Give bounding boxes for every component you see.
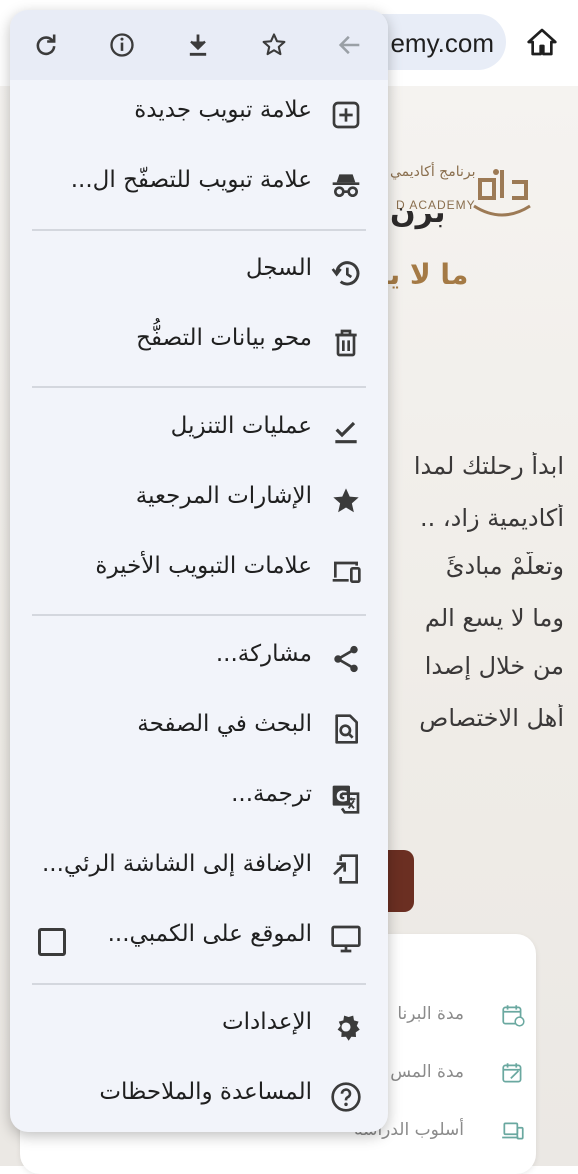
find-in-page-icon bbox=[330, 713, 362, 745]
menu-item-new-tab[interactable]: علامة تبويب جديدة bbox=[10, 84, 388, 144]
menu-item-settings[interactable]: الإعدادات bbox=[10, 996, 388, 1056]
menu-item-history[interactable]: السجل bbox=[10, 242, 388, 302]
menu-item-label: البحث في الصفحة bbox=[137, 711, 312, 737]
overflow-menu: علامة تبويب جديدة علامة تبويب للتصفّح ال… bbox=[10, 10, 388, 1132]
forward-button[interactable] bbox=[332, 27, 368, 63]
menu-item-label: ترجمة... bbox=[231, 781, 312, 807]
help-icon bbox=[330, 1081, 362, 1113]
download-button[interactable] bbox=[180, 27, 216, 63]
translate-icon: G bbox=[330, 783, 362, 815]
academy-logo bbox=[466, 158, 538, 228]
gear-icon bbox=[330, 1011, 362, 1043]
menu-item-label: علامات التبويب الأخيرة bbox=[95, 553, 312, 579]
history-icon bbox=[330, 257, 362, 289]
menu-item-recent-tabs[interactable]: علامات التبويب الأخيرة bbox=[10, 540, 388, 600]
desktop-site-checkbox[interactable] bbox=[38, 928, 66, 956]
incognito-icon bbox=[330, 169, 362, 201]
menu-item-label: الإشارات المرجعية bbox=[135, 483, 312, 509]
url-text: emy.com bbox=[390, 28, 494, 58]
menu-item-find-in-page[interactable]: البحث في الصفحة bbox=[10, 698, 388, 758]
menu-item-label: مشاركة... bbox=[215, 641, 312, 667]
star-filled-icon bbox=[330, 485, 362, 517]
menu-item-share[interactable]: مشاركة... bbox=[10, 628, 388, 688]
menu-divider bbox=[32, 614, 366, 616]
add-to-home-icon bbox=[330, 853, 362, 885]
download-done-icon bbox=[330, 415, 362, 447]
info-row-study-duration: مدة المس bbox=[390, 1062, 464, 1082]
hero-subtitle: ما لا يـ bbox=[380, 258, 469, 291]
desktop-icon bbox=[330, 923, 362, 955]
menu-item-translate[interactable]: ترجمة... G bbox=[10, 768, 388, 828]
star-outline-icon bbox=[262, 33, 286, 56]
menu-item-label: المساعدة والملاحظات bbox=[99, 1079, 312, 1105]
hero-title: برن bbox=[390, 195, 446, 230]
menu-item-label: الإضافة إلى الشاشة الرئي... bbox=[42, 851, 312, 877]
calendar-clock-icon bbox=[500, 1002, 526, 1028]
menu-item-bookmarks[interactable]: الإشارات المرجعية bbox=[10, 470, 388, 530]
menu-item-desktop-site[interactable]: الموقع على الكمبي... bbox=[10, 908, 388, 968]
menu-item-help[interactable]: المساعدة والملاحظات bbox=[10, 1066, 388, 1126]
info-icon bbox=[110, 33, 134, 57]
menu-item-label: الموقع على الكمبي... bbox=[107, 921, 312, 947]
calendar-edit-icon bbox=[500, 1060, 526, 1086]
laptop-icon bbox=[500, 1118, 526, 1144]
menu-divider bbox=[32, 229, 366, 231]
reload-icon bbox=[36, 34, 56, 56]
menu-item-label: عمليات التنزيل bbox=[170, 413, 312, 439]
new-tab-icon bbox=[330, 99, 362, 131]
menu-item-clear-data[interactable]: محو بيانات التصفُّح bbox=[10, 312, 388, 372]
menu-item-add-home-screen[interactable]: الإضافة إلى الشاشة الرئي... bbox=[10, 838, 388, 898]
svg-text:G: G bbox=[336, 789, 348, 806]
share-icon bbox=[330, 643, 362, 675]
reload-button[interactable] bbox=[28, 27, 64, 63]
menu-item-label: علامة تبويب جديدة bbox=[134, 97, 312, 123]
menu-divider bbox=[32, 983, 366, 985]
info-row-duration: مدة البرنا bbox=[397, 1004, 464, 1024]
arrow-forward-icon bbox=[338, 35, 360, 55]
bookmark-button[interactable] bbox=[256, 27, 292, 63]
menu-item-label: علامة تبويب للتصفّح ال... bbox=[70, 167, 312, 193]
download-icon bbox=[189, 34, 207, 56]
menu-item-incognito[interactable]: علامة تبويب للتصفّح ال... bbox=[10, 154, 388, 214]
menu-item-label: الإعدادات bbox=[222, 1009, 312, 1035]
home-icon[interactable] bbox=[526, 26, 558, 58]
trash-icon bbox=[330, 327, 362, 359]
devices-icon bbox=[330, 555, 362, 587]
menu-item-label: محو بيانات التصفُّح bbox=[136, 325, 312, 351]
menu-item-downloads[interactable]: عمليات التنزيل bbox=[10, 400, 388, 460]
menu-toolbar bbox=[10, 10, 388, 80]
page-info-button[interactable] bbox=[104, 27, 140, 63]
menu-divider bbox=[32, 386, 366, 388]
menu-item-label: السجل bbox=[245, 255, 312, 281]
logo-text-ar: برنامج أكاديمي bbox=[390, 164, 476, 180]
